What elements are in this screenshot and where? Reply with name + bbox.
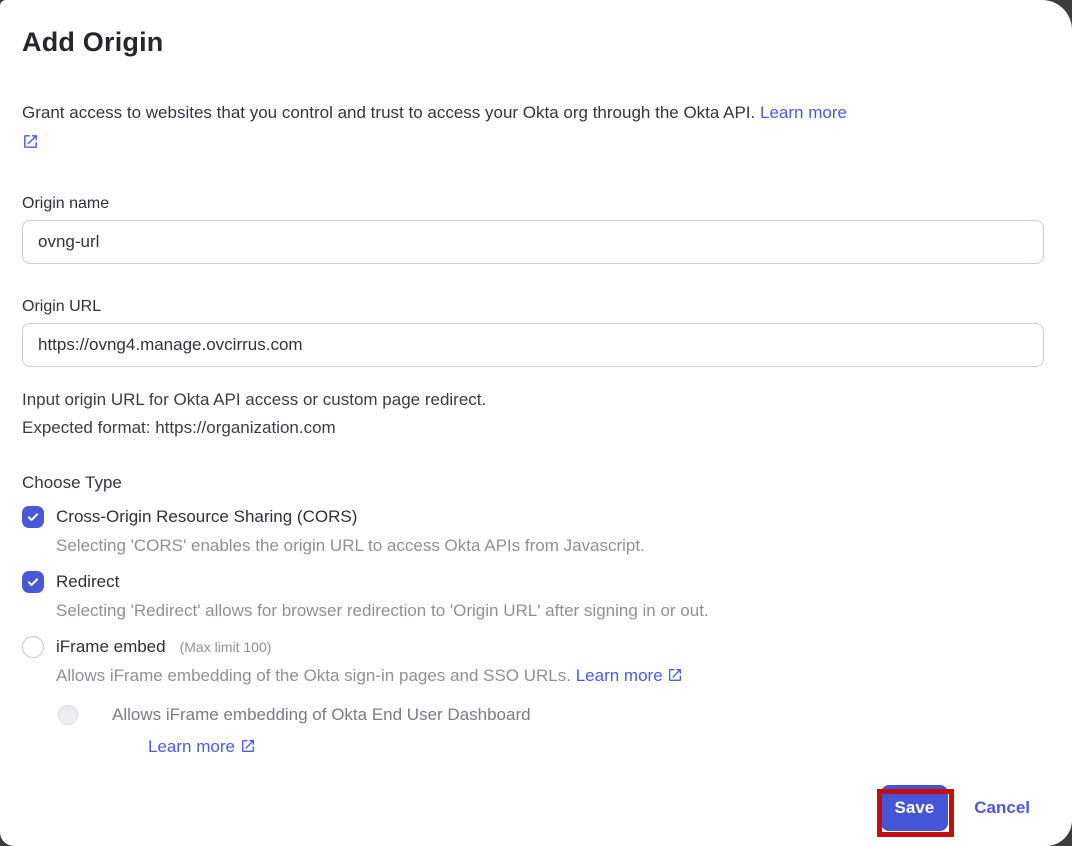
dashboard-embed-checkbox bbox=[58, 705, 78, 725]
description-text: Grant access to websites that you contro… bbox=[22, 103, 755, 122]
checkmark-icon bbox=[26, 575, 40, 589]
save-button[interactable]: Save bbox=[881, 785, 949, 831]
choose-type-label: Choose Type bbox=[22, 472, 1044, 494]
cors-label: Cross-Origin Resource Sharing (CORS) bbox=[56, 507, 357, 527]
learn-more-link[interactable]: Learn more bbox=[760, 103, 847, 122]
redirect-checkbox[interactable] bbox=[22, 571, 44, 593]
dialog-description: Grant access to websites that you contro… bbox=[22, 98, 1044, 160]
cors-description: Selecting 'CORS' enables the origin URL … bbox=[56, 535, 1044, 557]
option-iframe-row: iFrame embed (Max limit 100) bbox=[22, 636, 1044, 658]
help-line-2: Expected format: https://organization.co… bbox=[22, 414, 1044, 442]
external-link-icon[interactable] bbox=[667, 667, 683, 689]
iframe-embed-label: iFrame embed bbox=[56, 637, 166, 657]
origin-url-label: Origin URL bbox=[22, 297, 1044, 317]
origin-name-label: Origin name bbox=[22, 194, 1044, 214]
option-redirect-row: Redirect bbox=[22, 571, 1044, 593]
origin-name-group: Origin name bbox=[22, 194, 1044, 264]
iframe-embed-checkbox[interactable] bbox=[22, 636, 44, 658]
origin-name-input[interactable] bbox=[22, 220, 1044, 264]
checkmark-icon bbox=[26, 510, 40, 524]
help-line-1: Input origin URL for Okta API access or … bbox=[22, 386, 1044, 414]
dashboard-learn-more-link[interactable]: Learn more bbox=[148, 737, 235, 756]
iframe-embed-limit: (Max limit 100) bbox=[180, 639, 272, 655]
dashboard-embed-row: Allows iFrame embedding of Okta End User… bbox=[58, 705, 1044, 725]
iframe-embed-description: Allows iFrame embedding of the Okta sign… bbox=[56, 665, 1044, 689]
dashboard-learn-more: Learn more bbox=[148, 737, 1044, 759]
cancel-button[interactable]: Cancel bbox=[974, 798, 1030, 818]
dashboard-embed-label: Allows iFrame embedding of Okta End User… bbox=[112, 705, 531, 725]
dialog-title: Add Origin bbox=[22, 26, 1044, 58]
iframe-dashboard-suboption: Allows iFrame embedding of Okta End User… bbox=[58, 705, 1044, 759]
external-link-icon[interactable] bbox=[22, 130, 39, 160]
redirect-description: Selecting 'Redirect' allows for browser … bbox=[56, 600, 1044, 622]
redirect-label: Redirect bbox=[56, 572, 119, 592]
option-cors-row: Cross-Origin Resource Sharing (CORS) bbox=[22, 506, 1044, 528]
origin-url-group: Origin URL bbox=[22, 297, 1044, 367]
iframe-learn-more-link[interactable]: Learn more bbox=[576, 666, 663, 685]
cors-checkbox[interactable] bbox=[22, 506, 44, 528]
external-link-icon[interactable] bbox=[240, 738, 256, 759]
origin-url-input[interactable] bbox=[22, 323, 1044, 367]
save-button-wrap: Save bbox=[881, 785, 949, 831]
origin-url-help: Input origin URL for Okta API access or … bbox=[22, 386, 1044, 442]
add-origin-dialog: Add Origin Grant access to websites that… bbox=[0, 0, 1072, 846]
dialog-footer: Save Cancel bbox=[22, 785, 1044, 831]
